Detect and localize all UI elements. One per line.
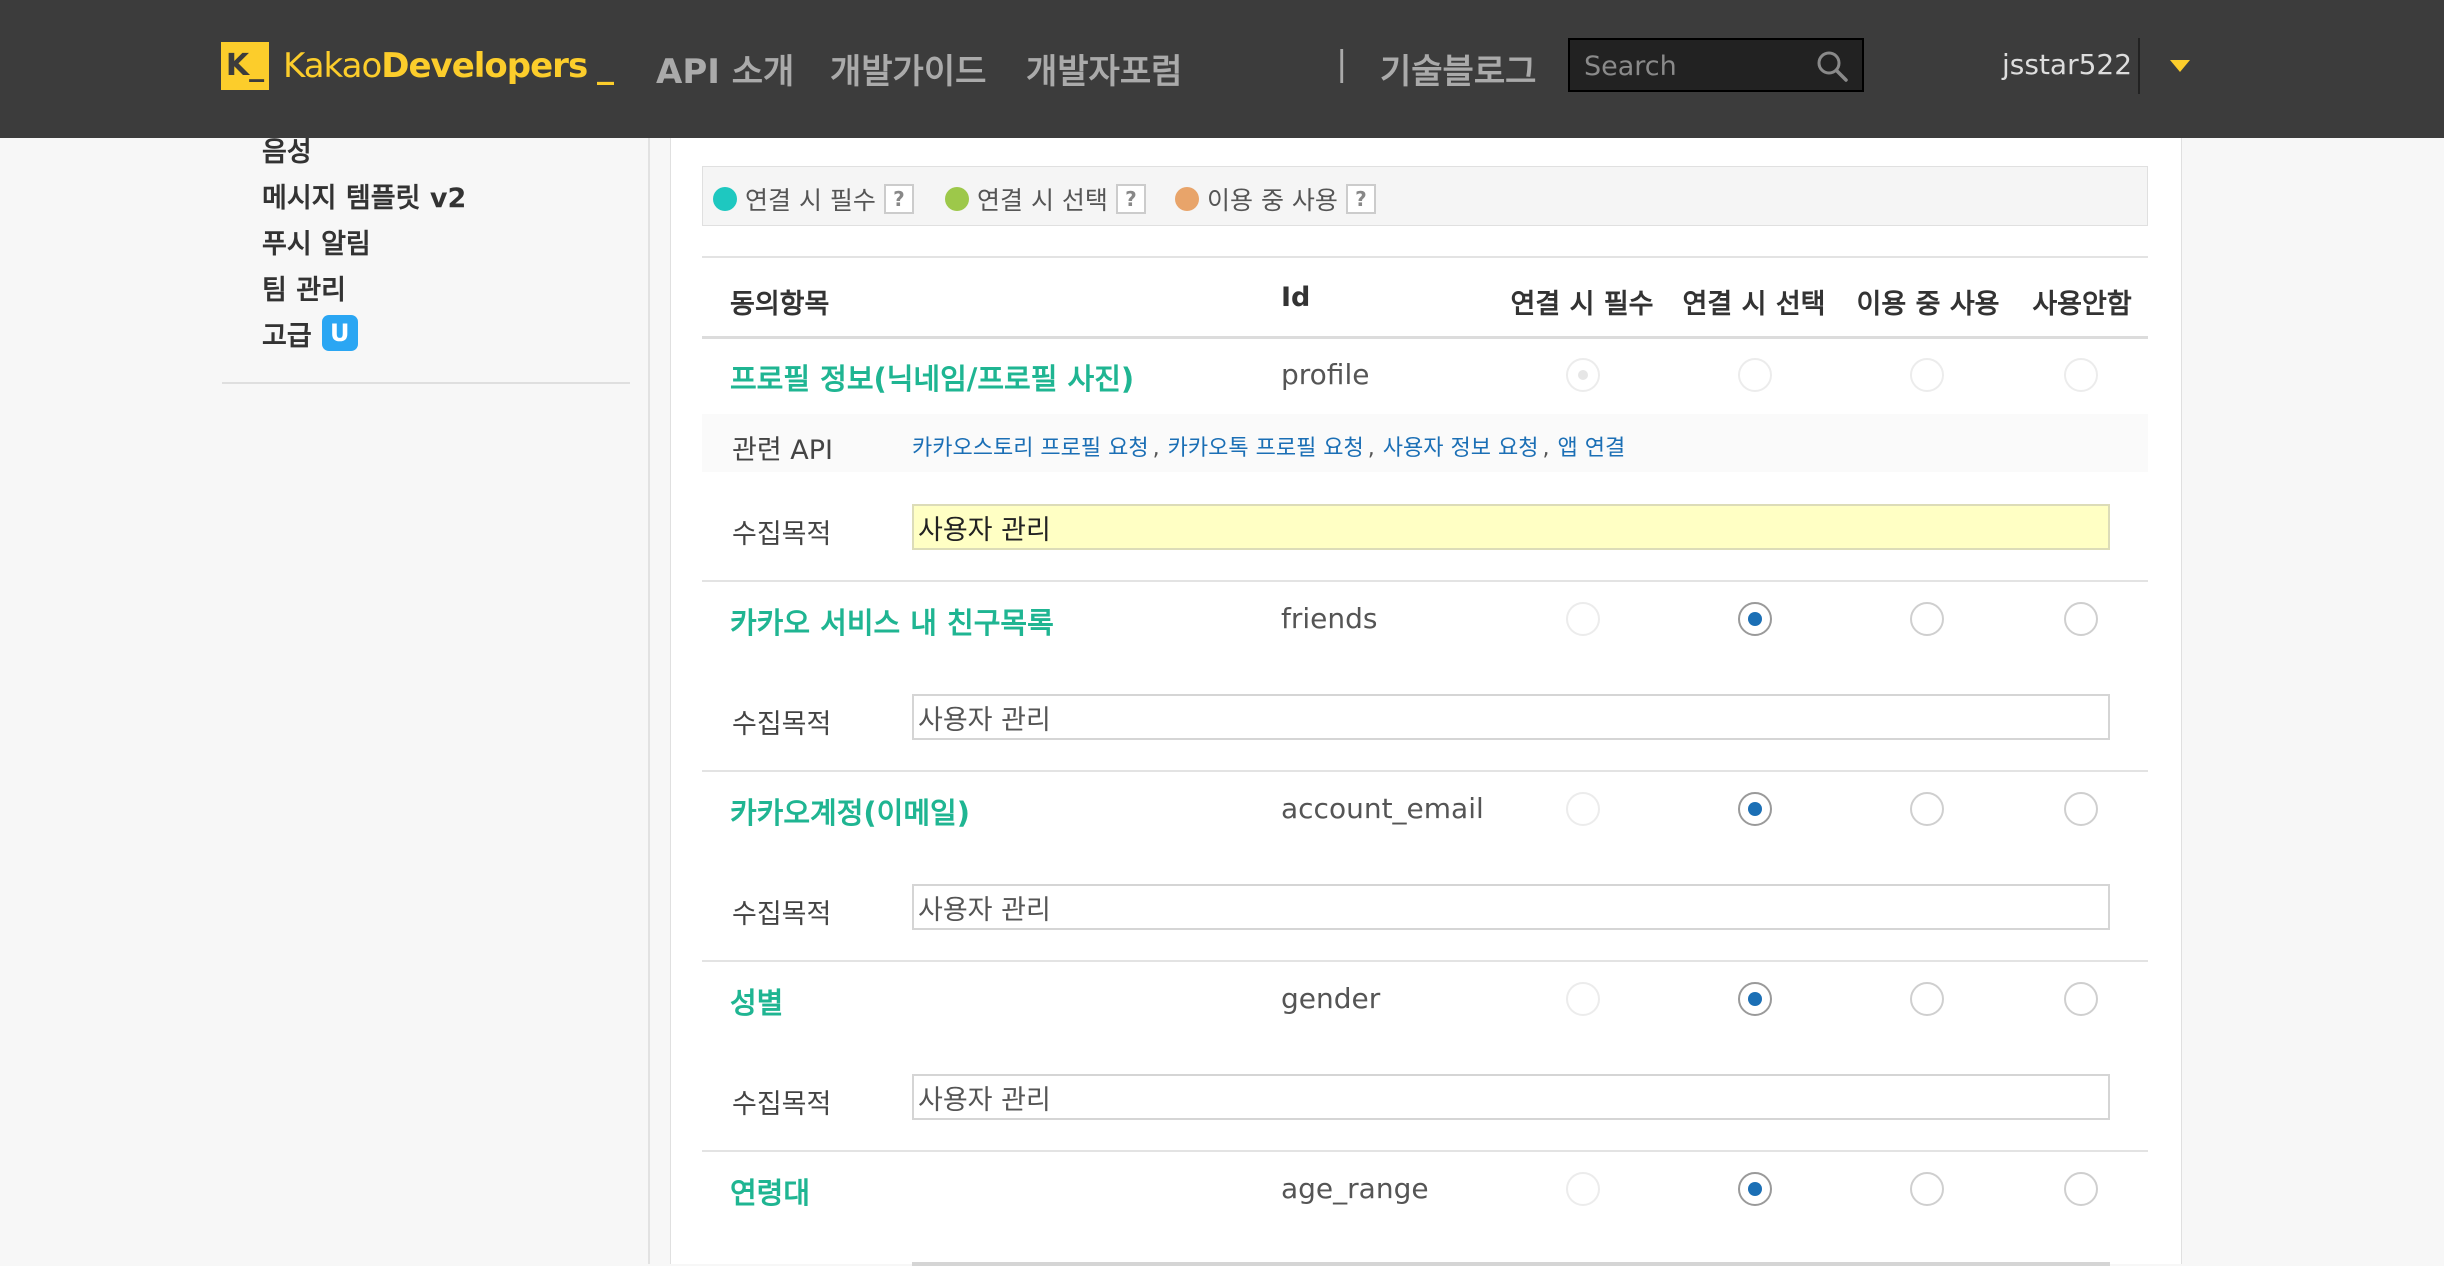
purpose-label: 수집목적 (732, 709, 832, 740)
search-input[interactable] (1570, 40, 1816, 92)
radio-optional[interactable] (1738, 982, 1772, 1016)
required-dot-icon (713, 187, 737, 211)
api-link-app-connect[interactable]: 앱 연결 (1557, 436, 1625, 461)
help-icon[interactable]: ? (1115, 184, 1146, 214)
sidebar-divider (222, 382, 630, 384)
purpose-input[interactable] (912, 1074, 2110, 1120)
top-navigation-bar: K_ KakaoDevelopers _ API 소개 개발가이드 개발자포럼 … (0, 0, 2444, 138)
legend-item-in-use: 이용 중 사용 ? (1175, 181, 1376, 217)
purpose-input[interactable] (912, 694, 2110, 740)
sidebar-item-advanced[interactable]: 고급 U (262, 310, 466, 356)
radio-in-use[interactable] (1910, 982, 1944, 1016)
radio-unused[interactable] (2064, 982, 2098, 1016)
radio-required[interactable] (1566, 792, 1600, 826)
purpose-input[interactable] (912, 1262, 2110, 1266)
radio-optional[interactable] (1738, 792, 1772, 826)
nav-tech-blog[interactable]: 기술블로그 (1380, 44, 1536, 93)
help-icon[interactable]: ? (883, 184, 914, 214)
radio-required[interactable] (1566, 1172, 1600, 1206)
column-header-optional: 연결 시 선택 (1682, 289, 1826, 320)
nav-dev-guide[interactable]: 개발가이드 (830, 44, 986, 93)
consent-legend: 연결 시 필수 ? 연결 시 선택 ? 이용 중 사용 ? (702, 166, 2148, 226)
radio-in-use[interactable] (1910, 792, 1944, 826)
consent-item-name: 연령대 (730, 1176, 811, 1210)
column-header-unused: 사용안함 (2032, 289, 2132, 320)
purpose-label: 수집목적 (732, 899, 832, 930)
radio-in-use[interactable] (1910, 1172, 1944, 1206)
username[interactable]: jsstar522 (2002, 48, 2132, 81)
table-header-divider (702, 336, 2148, 339)
sidebar: 음성 메시지 템플릿 v2 푸시 알림 팀 관리 고급 U (262, 126, 466, 356)
divider (702, 770, 2148, 772)
radio-optional[interactable] (1738, 358, 1772, 392)
help-icon[interactable]: ? (1345, 184, 1376, 214)
purpose-input[interactable] (912, 504, 2110, 550)
divider (702, 1150, 2148, 1152)
nav-dev-forum[interactable]: 개발자포럼 (1026, 44, 1182, 93)
consent-item-name: 프로필 정보(닉네임/프로필 사진) (730, 362, 1135, 396)
column-header-consent-item: 동의항목 (730, 289, 830, 320)
consent-item-id: gender (1281, 982, 1381, 1015)
nav-api-intro[interactable]: API 소개 (656, 44, 794, 93)
radio-unused[interactable] (2064, 792, 2098, 826)
divider (702, 580, 2148, 582)
purpose-label: 수집목적 (732, 1089, 832, 1120)
radio-optional[interactable] (1738, 1172, 1772, 1206)
consent-item-id: profile (1281, 358, 1370, 391)
search-icon[interactable] (1816, 50, 1848, 82)
divider (702, 256, 2148, 258)
nav-separator: | (1336, 44, 1348, 84)
consent-item-id: friends (1281, 602, 1378, 635)
column-header-required: 연결 시 필수 (1510, 289, 1654, 320)
divider (2138, 38, 2140, 94)
consent-item-id: age_range (1281, 1172, 1429, 1205)
api-link-user-info[interactable]: 사용자 정보 요청 (1383, 436, 1539, 461)
radio-optional[interactable] (1738, 602, 1772, 636)
radio-in-use[interactable] (1910, 358, 1944, 392)
radio-unused[interactable] (2064, 602, 2098, 636)
consent-item-name: 카카오 서비스 내 친구목록 (730, 606, 1054, 640)
radio-required[interactable] (1566, 602, 1600, 636)
sidebar-item-message-template[interactable]: 메시지 템플릿 v2 (262, 172, 466, 218)
legend-item-required: 연결 시 필수 ? (713, 181, 914, 217)
api-link-kakaotalk-profile[interactable]: 카카오톡 프로필 요청 (1168, 436, 1364, 461)
kakao-developers-logo[interactable]: K_ KakaoDevelopers _ (221, 41, 614, 91)
content-border (648, 138, 650, 1264)
api-link-kakaostory-profile[interactable]: 카카오스토리 프로필 요청 (912, 436, 1149, 461)
radio-in-use[interactable] (1910, 602, 1944, 636)
logo-text: KakaoDevelopers _ (283, 46, 614, 86)
consent-item-name: 성별 (730, 986, 784, 1020)
related-api-label: 관련 API (732, 435, 833, 466)
purpose-label: 수집목적 (732, 519, 832, 550)
purpose-input[interactable] (912, 884, 2110, 930)
radio-unused[interactable] (2064, 358, 2098, 392)
radio-required[interactable] (1566, 982, 1600, 1016)
consent-item-name: 카카오계정(이메일) (730, 796, 970, 830)
related-api-links: 카카오스토리 프로필 요청, 카카오톡 프로필 요청, 사용자 정보 요청, 앱 연결 (912, 436, 1626, 461)
radio-required[interactable] (1566, 358, 1600, 392)
kakao-logo-icon: K_ (221, 42, 269, 90)
optional-dot-icon (945, 187, 969, 211)
column-header-id: Id (1281, 282, 1311, 313)
in-use-dot-icon (1175, 187, 1199, 211)
sidebar-item-team-management[interactable]: 팀 관리 (262, 264, 466, 310)
sidebar-item-push-notification[interactable]: 푸시 알림 (262, 218, 466, 264)
search-box (1568, 38, 1864, 92)
user-menu-dropdown-icon[interactable] (2170, 60, 2190, 72)
upgrade-badge: U (321, 315, 358, 351)
column-header-in-use: 이용 중 사용 (1856, 289, 2000, 320)
divider (702, 960, 2148, 962)
sidebar-item-label: 고급 (262, 320, 312, 352)
radio-unused[interactable] (2064, 1172, 2098, 1206)
consent-item-id: account_email (1281, 792, 1484, 825)
legend-item-optional: 연결 시 선택 ? (945, 181, 1146, 217)
